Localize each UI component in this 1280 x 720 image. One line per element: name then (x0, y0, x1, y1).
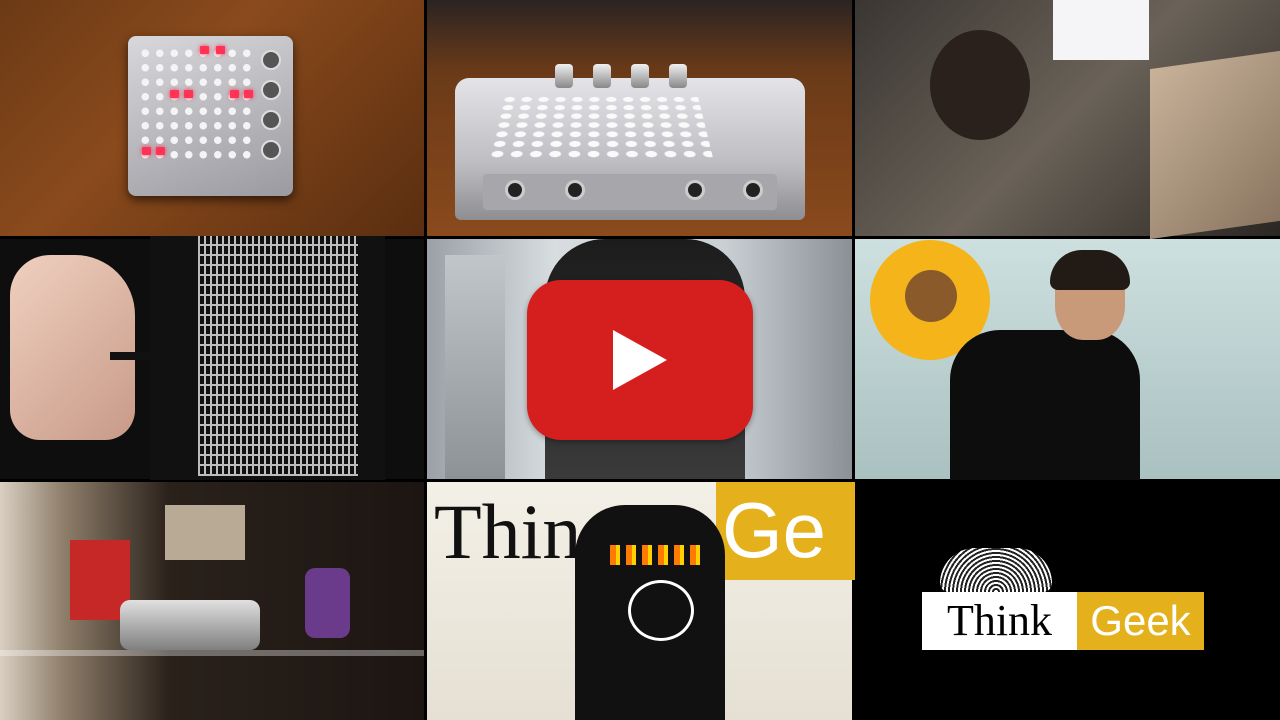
led-light (230, 90, 239, 98)
controller-knob (261, 140, 281, 160)
stylus (110, 352, 190, 360)
controller-knob (261, 110, 281, 130)
purple-lamp (305, 568, 350, 638)
controller-knob (555, 64, 573, 88)
toy-robot-beige (165, 505, 245, 560)
audio-jack (565, 180, 585, 200)
grid-controller-silver (455, 64, 805, 220)
led-light (142, 147, 151, 155)
brain-icon (940, 548, 1052, 592)
hand (10, 255, 135, 440)
logo-think: Think (922, 592, 1077, 650)
video-thumbnail[interactable]: Thin Ge Think Geek (0, 0, 1280, 720)
audio-jack (743, 180, 763, 200)
controller-keys (486, 95, 714, 160)
led-light (216, 46, 225, 54)
controller-knob (669, 64, 687, 88)
doorway (445, 255, 505, 479)
guitar-icon (628, 580, 694, 641)
led-light (170, 90, 179, 98)
audio-jack (685, 180, 705, 200)
monitor-screen (1053, 0, 1149, 60)
glass-shelf (0, 650, 424, 656)
person-body (950, 330, 1140, 480)
led-light (156, 147, 165, 155)
toy-car (120, 600, 260, 650)
led-light (184, 90, 193, 98)
led-light (244, 90, 253, 98)
play-button[interactable] (527, 280, 753, 440)
stylophone-keyboard (198, 236, 358, 476)
controller-front-panel (483, 174, 777, 210)
controller-knob (261, 50, 281, 70)
play-icon (613, 330, 667, 390)
controller-knob (593, 64, 611, 88)
logo-geek: Geek (1077, 592, 1204, 650)
grid-controller-small (128, 36, 293, 196)
cardboard-box (1150, 50, 1280, 240)
led-light (200, 46, 209, 54)
person-head (930, 30, 1030, 140)
controller-knob (631, 64, 649, 88)
monkey-icon (905, 270, 957, 322)
controller-knob (261, 80, 281, 100)
audio-jack (505, 180, 525, 200)
shirt-flames (610, 545, 700, 565)
wall-sign-right: Ge (716, 482, 858, 580)
